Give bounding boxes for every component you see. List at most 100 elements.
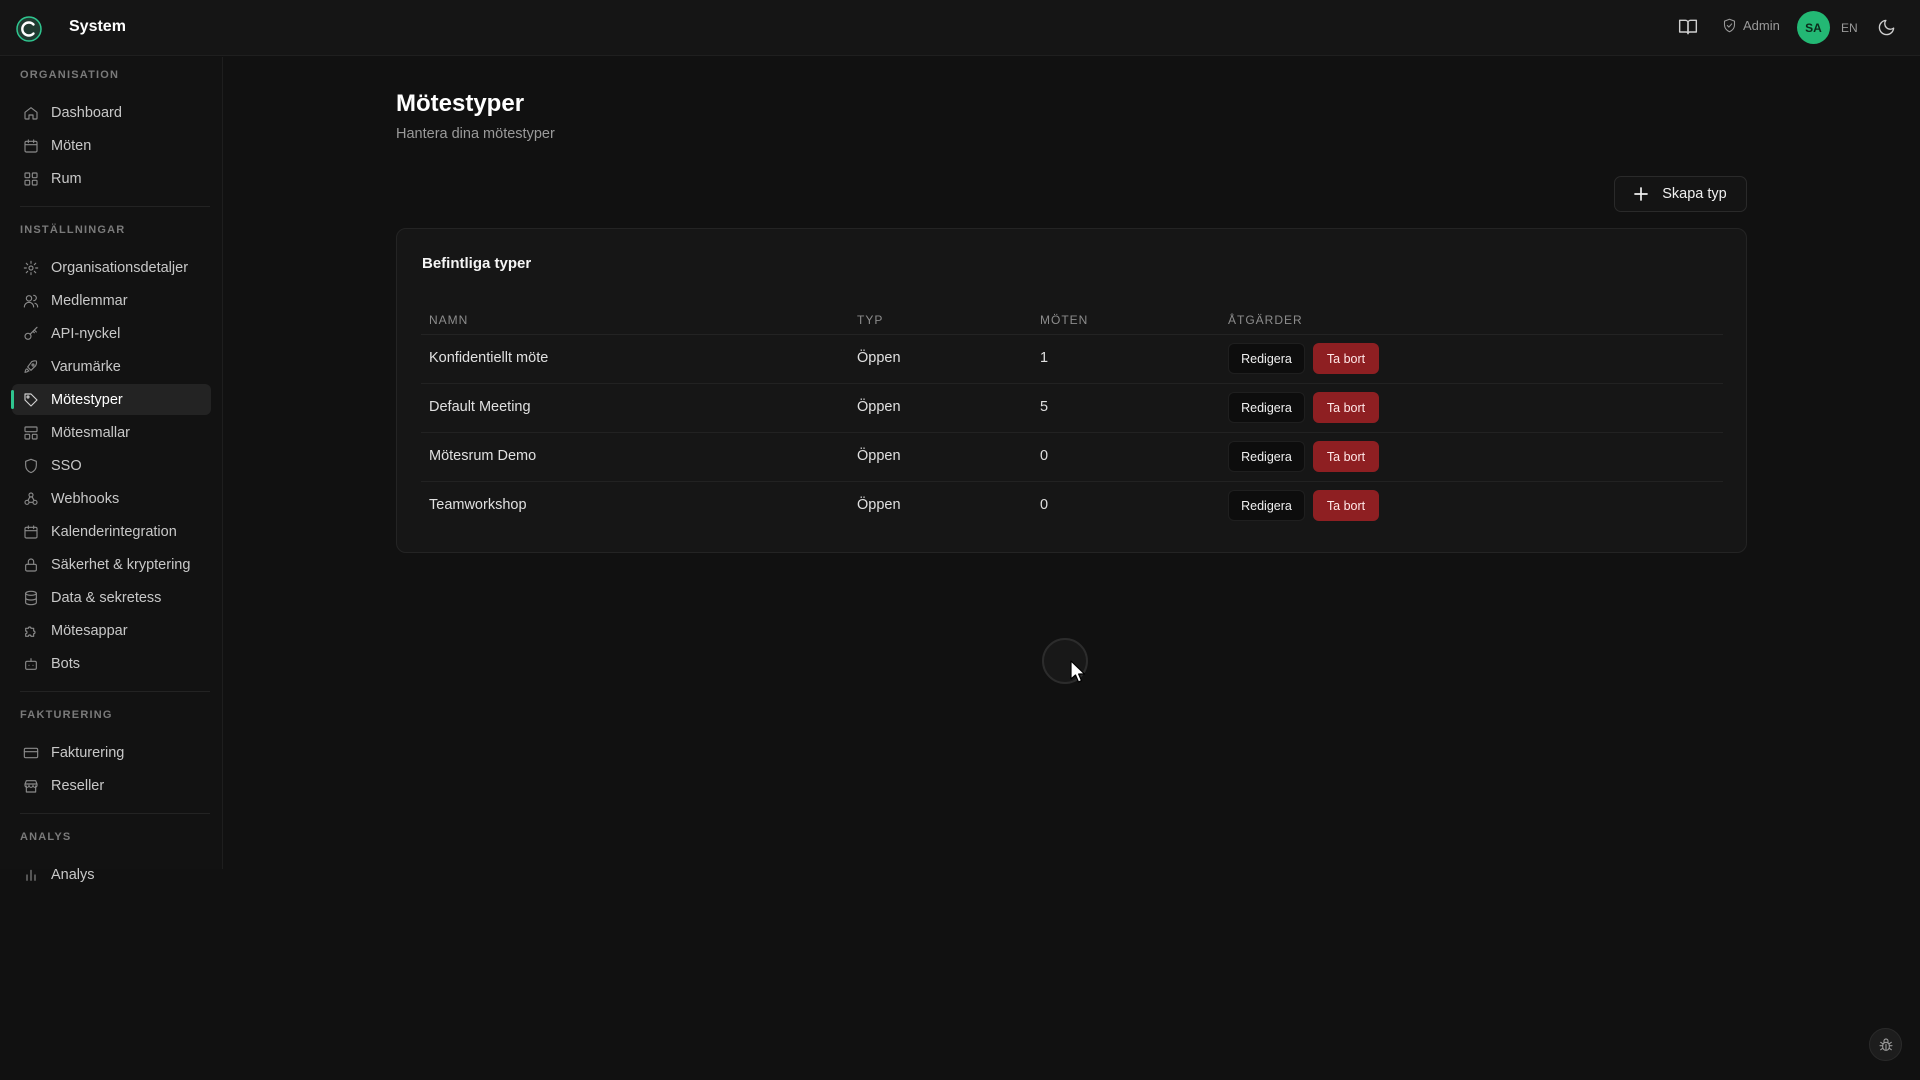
sidebar-item-organisationsdetaljer[interactable]: Organisationsdetaljer	[12, 252, 211, 283]
book-icon[interactable]	[1678, 17, 1698, 37]
sidebar-item-mötestyper[interactable]: Mötestyper	[11, 384, 211, 415]
sidebar-item-kalenderintegration[interactable]: Kalenderintegration	[12, 516, 211, 547]
top-bar: System Admin SA EN	[0, 0, 1920, 56]
template-icon	[23, 425, 39, 441]
sidebar-item-mötesappar[interactable]: Mötesappar	[12, 615, 211, 646]
table-row: Teamworkshop Öppen 0 Redigera Ta bort	[421, 482, 1723, 531]
cell-meetings: 1	[1040, 350, 1049, 366]
gear-icon	[23, 260, 39, 276]
sidebar-item-label: Rum	[51, 170, 82, 187]
moon-icon[interactable]	[1877, 18, 1896, 37]
delete-button[interactable]: Ta bort	[1313, 441, 1379, 472]
language-switch[interactable]: EN	[1841, 21, 1858, 35]
sidebar-item-label: Fakturering	[51, 744, 125, 761]
home-icon	[23, 105, 39, 121]
sidebar-section-label: FAKTURERING	[20, 709, 113, 721]
sidebar-divider	[20, 813, 210, 814]
cell-name: Mötesrum Demo	[429, 448, 537, 464]
sidebar-item-analys[interactable]: Analys	[12, 859, 211, 890]
sidebar-item-bots[interactable]: Bots	[12, 648, 211, 679]
puzzle-icon	[23, 623, 39, 639]
store-icon	[23, 778, 39, 794]
sidebar-item-label: Mötestyper	[51, 391, 123, 408]
sidebar-item-fakturering[interactable]: Fakturering	[12, 737, 211, 768]
credit-card-icon	[23, 745, 39, 761]
sidebar-item-varumärke[interactable]: Varumärke	[12, 351, 211, 382]
page-subtitle: Hantera dina mötestyper	[396, 126, 555, 142]
sidebar-item-label: Kalenderintegration	[51, 523, 177, 540]
sidebar-divider	[20, 691, 210, 692]
app-logo-icon[interactable]	[16, 16, 42, 42]
cell-meetings: 0	[1040, 448, 1049, 464]
cell-name: Teamworkshop	[429, 497, 527, 513]
sidebar-item-möten[interactable]: Möten	[12, 130, 211, 161]
tag-icon	[23, 392, 39, 408]
sidebar-item-dashboard[interactable]: Dashboard	[12, 97, 211, 128]
sidebar-item-medlemmar[interactable]: Medlemmar	[12, 285, 211, 316]
mouse-cursor-icon	[1069, 660, 1087, 684]
bug-icon[interactable]	[1869, 1028, 1902, 1061]
bot-icon	[23, 656, 39, 672]
admin-badge[interactable]: Admin	[1722, 18, 1780, 33]
column-header-meetings: MÖTEN	[1040, 313, 1089, 327]
admin-label: Admin	[1743, 18, 1780, 33]
cell-type: Öppen	[857, 399, 901, 415]
sidebar-item-reseller[interactable]: Reseller	[12, 770, 211, 801]
edit-button[interactable]: Redigera	[1228, 490, 1305, 521]
sidebar-item-label: Dashboard	[51, 104, 122, 121]
sidebar-item-label: API-nyckel	[51, 325, 121, 342]
edit-button[interactable]: Redigera	[1228, 343, 1305, 374]
edit-button[interactable]: Redigera	[1228, 441, 1305, 472]
sidebar-section-label: ANALYS	[20, 831, 72, 843]
sidebar-item-label: Varumärke	[51, 358, 121, 375]
cell-type: Öppen	[857, 497, 901, 513]
cell-name: Default Meeting	[429, 399, 531, 415]
delete-button[interactable]: Ta bort	[1313, 343, 1379, 374]
avatar[interactable]: SA	[1797, 11, 1830, 44]
sidebar: ORGANISATION Dashboard Möten Rum INSTÄLLNING…	[0, 57, 223, 883]
users-icon	[23, 293, 39, 309]
page-title: Mötestyper	[396, 90, 525, 117]
sidebar-item-api-nyckel[interactable]: API-nyckel	[12, 318, 211, 349]
create-type-button[interactable]: Skapa typ	[1614, 176, 1747, 212]
create-type-label: Skapa typ	[1662, 186, 1727, 202]
database-icon	[23, 590, 39, 606]
key-icon	[23, 326, 39, 342]
shield-icon	[23, 458, 39, 474]
column-header-type: TYP	[857, 313, 884, 327]
cell-type: Öppen	[857, 350, 901, 366]
sidebar-item-säkerhet-kryptering[interactable]: Säkerhet & kryptering	[12, 549, 211, 580]
rocket-icon	[23, 359, 39, 375]
column-header-name: NAMN	[429, 313, 469, 327]
sidebar-item-label: Reseller	[51, 777, 105, 794]
lock-icon	[23, 557, 39, 573]
delete-button[interactable]: Ta bort	[1313, 490, 1379, 521]
sidebar-item-rum[interactable]: Rum	[12, 163, 211, 194]
sidebar-item-label: Bots	[51, 655, 81, 672]
sidebar-section-label: INSTÄLLNINGAR	[20, 224, 126, 236]
delete-button[interactable]: Ta bort	[1313, 392, 1379, 423]
edit-button[interactable]: Redigera	[1228, 392, 1305, 423]
table-row: Mötesrum Demo Öppen 0 Redigera Ta bort	[421, 433, 1723, 482]
sidebar-item-label: Organisationsdetaljer	[51, 259, 189, 276]
sidebar-item-webhooks[interactable]: Webhooks	[12, 483, 211, 514]
sidebar-item-label: Data & sekretess	[51, 589, 162, 606]
sidebar-item-label: SSO	[51, 457, 82, 474]
card-title: Befintliga typer	[422, 255, 532, 272]
sidebar-item-label: Mötesappar	[51, 622, 128, 639]
cell-name: Konfidentiellt möte	[429, 350, 549, 366]
sidebar-item-data-sekretess[interactable]: Data & sekretess	[12, 582, 211, 613]
sidebar-item-sso[interactable]: SSO	[12, 450, 211, 481]
sidebar-item-label: Medlemmar	[51, 292, 128, 309]
column-header-actions: ÅTGÄRDER	[1228, 313, 1303, 327]
sidebar-item-label: Webhooks	[51, 490, 120, 507]
sidebar-item-label: Säkerhet & kryptering	[51, 556, 191, 573]
grid-icon	[23, 171, 39, 187]
app-title: System	[69, 18, 126, 35]
table-row: Default Meeting Öppen 5 Redigera Ta bort	[421, 384, 1723, 433]
sidebar-item-label: Mötesmallar	[51, 424, 130, 441]
sidebar-item-label: Analys	[51, 866, 95, 883]
webhook-icon	[23, 491, 39, 507]
cell-meetings: 0	[1040, 497, 1049, 513]
sidebar-item-mötesmallar[interactable]: Mötesmallar	[12, 417, 211, 448]
